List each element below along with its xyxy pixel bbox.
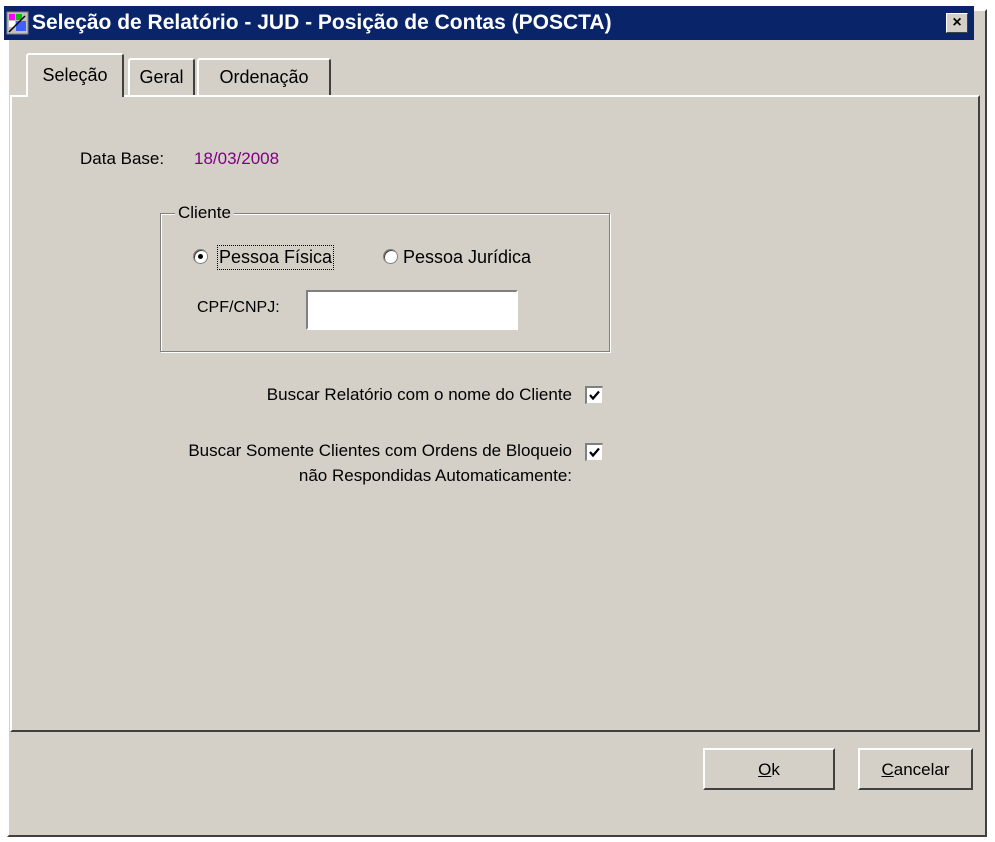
tab-ordenacao[interactable]: Ordenação bbox=[197, 58, 331, 98]
tab-ordenacao-label: Ordenação bbox=[219, 67, 309, 87]
ok-button-label: Ok bbox=[758, 760, 780, 779]
selecao-tab-panel bbox=[10, 95, 980, 732]
buscar-bloqueio-label-line1: Buscar Somente Clientes com Ordens de Bl… bbox=[188, 441, 572, 460]
cancel-button[interactable]: Cancelar bbox=[858, 748, 973, 790]
cliente-group-legend: Cliente bbox=[175, 203, 234, 223]
close-icon: × bbox=[952, 14, 962, 31]
buscar-nome-checkbox[interactable] bbox=[585, 386, 603, 404]
close-button[interactable]: × bbox=[946, 13, 968, 33]
cpf-cnpj-input[interactable] bbox=[306, 290, 518, 330]
data-base-label: Data Base: bbox=[80, 149, 165, 168]
title-bar[interactable]: Seleção de Relatório - JUD - Posição de … bbox=[4, 6, 974, 40]
cpf-cnpj-label: CPF/CNPJ: bbox=[197, 299, 280, 316]
app-icon bbox=[6, 11, 29, 35]
window-title: Seleção de Relatório - JUD - Posição de … bbox=[32, 11, 612, 34]
data-base-value: 18/03/2008 bbox=[194, 149, 280, 168]
checkmark-icon bbox=[589, 447, 600, 458]
radio-selected-dot bbox=[198, 254, 203, 259]
tab-selecao[interactable]: Seleção bbox=[26, 53, 124, 97]
pessoa-juridica-label[interactable]: Pessoa Jurídica bbox=[403, 247, 531, 268]
buscar-bloqueio-checkbox[interactable] bbox=[585, 443, 603, 461]
tab-selecao-label: Seleção bbox=[42, 65, 108, 85]
pessoa-fisica-label[interactable]: Pessoa Física bbox=[216, 245, 335, 270]
cliente-groupbox bbox=[160, 213, 610, 352]
buscar-bloqueio-label-line2: não Respondidas Automaticamente: bbox=[298, 466, 572, 485]
checkmark-icon bbox=[589, 390, 600, 401]
pessoa-juridica-radio[interactable] bbox=[383, 249, 398, 264]
ok-button[interactable]: Ok bbox=[703, 748, 835, 790]
pessoa-fisica-radio[interactable] bbox=[193, 249, 208, 264]
cancel-button-label: Cancelar bbox=[881, 760, 950, 779]
tab-geral[interactable]: Geral bbox=[128, 58, 195, 98]
tab-geral-label: Geral bbox=[139, 67, 184, 87]
buscar-nome-label: Buscar Relatório com o nome do Cliente bbox=[266, 385, 572, 404]
